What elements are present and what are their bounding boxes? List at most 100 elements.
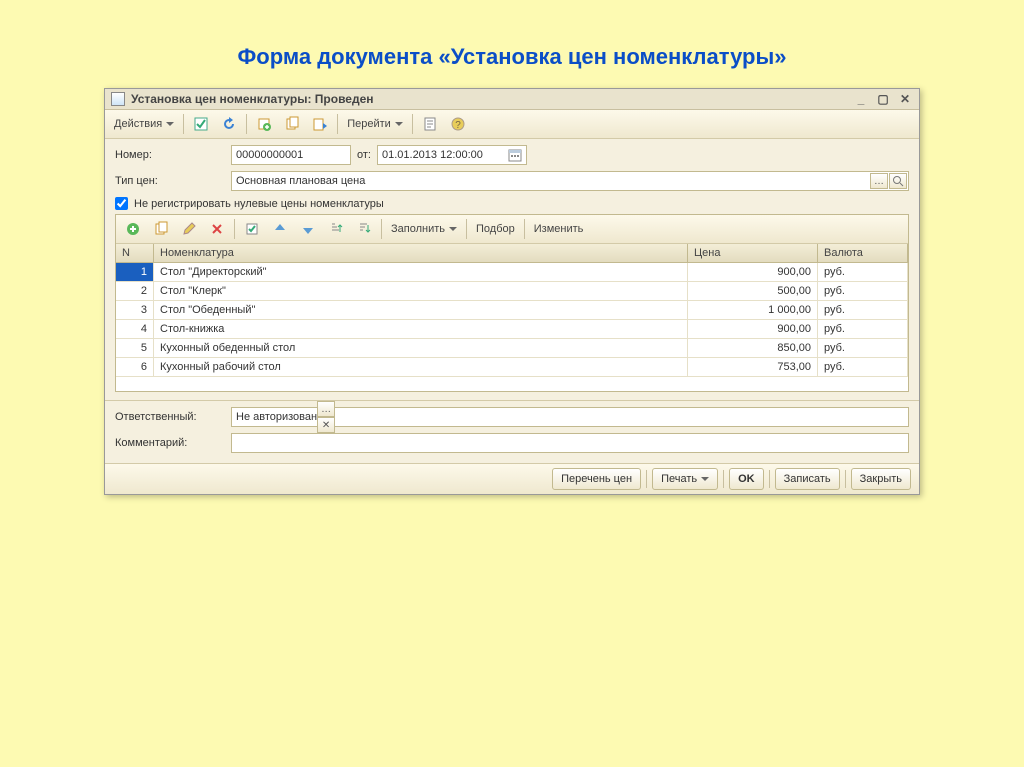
pricelist-button[interactable]: Перечень цен: [552, 468, 641, 490]
separator: [246, 114, 247, 134]
document-window: Установка цен номенклатуры: Проведен _ ▢…: [104, 88, 920, 495]
cell-item: Стол "Обеденный": [154, 301, 688, 319]
close-icon[interactable]: ✕: [897, 92, 913, 106]
date-field[interactable]: 01.01.2013 12:00:00: [377, 145, 527, 165]
row-add-icon[interactable]: [120, 218, 146, 240]
table-row[interactable]: 3 Стол "Обеденный" 1 000,00 руб.: [116, 301, 908, 320]
row-finish-icon[interactable]: [239, 218, 265, 240]
cell-price: 1 000,00: [688, 301, 818, 319]
separator: [381, 219, 382, 239]
pricetype-field[interactable]: Основная плановая цена …: [231, 171, 909, 191]
open-button[interactable]: [889, 173, 907, 189]
actions-button[interactable]: Действия: [109, 113, 179, 135]
select-button[interactable]: …: [317, 401, 335, 417]
window-title: Установка цен номенклатуры: Проведен: [131, 92, 853, 106]
row-copy-icon[interactable]: [148, 218, 174, 240]
table-row[interactable]: 1 Стол "Директорский" 900,00 руб.: [116, 263, 908, 282]
grid-header: N Номенклатура Цена Валюта: [116, 244, 908, 263]
ok-button[interactable]: OK: [729, 468, 764, 490]
cell-currency: руб.: [818, 282, 908, 300]
cell-n: 2: [116, 282, 154, 300]
no-zero-prices-checkbox[interactable]: [115, 197, 128, 210]
page-caption: Форма документа «Установка цен номенклат…: [0, 0, 1024, 88]
move-up-icon[interactable]: [267, 218, 293, 240]
cell-n: 5: [116, 339, 154, 357]
print-button[interactable]: Печать: [652, 468, 718, 490]
help-icon[interactable]: ?: [445, 113, 471, 135]
number-field[interactable]: 00000000001: [231, 145, 351, 165]
pricetype-label: Тип цен:: [115, 175, 225, 187]
sort-desc-icon[interactable]: [351, 218, 377, 240]
close-button[interactable]: Закрыть: [851, 468, 911, 490]
grid-toolbar: Заполнить Подбор Изменить: [116, 215, 908, 244]
separator: [337, 114, 338, 134]
cell-item: Стол "Клерк": [154, 282, 688, 300]
report-icon[interactable]: [417, 113, 443, 135]
cell-n: 4: [116, 320, 154, 338]
titlebar: Установка цен номенклатуры: Проведен _ ▢…: [105, 89, 919, 110]
comment-field[interactable]: [231, 433, 909, 453]
move-down-icon[interactable]: [295, 218, 321, 240]
grid-body: 1 Стол "Директорский" 900,00 руб. 2 Стол…: [116, 263, 908, 391]
change-button[interactable]: Изменить: [529, 218, 589, 240]
number-label: Номер:: [115, 149, 225, 161]
separator: [646, 470, 647, 488]
separator: [234, 219, 235, 239]
price-grid: Заполнить Подбор Изменить N Номенклатура…: [115, 214, 909, 392]
cell-item: Стол "Директорский": [154, 263, 688, 281]
date-value: 01.01.2013 12:00:00: [382, 149, 483, 161]
table-row[interactable]: 5 Кухонный обеденный стол 850,00 руб.: [116, 339, 908, 358]
col-item[interactable]: Номенклатура: [154, 244, 688, 262]
goto-button[interactable]: Перейти: [342, 113, 408, 135]
select-button[interactable]: …: [870, 173, 888, 189]
svg-text:?: ?: [455, 120, 461, 131]
cell-currency: руб.: [818, 263, 908, 281]
row-delete-icon[interactable]: [204, 218, 230, 240]
separator: [412, 114, 413, 134]
add-icon[interactable]: [251, 113, 277, 135]
maximize-icon[interactable]: ▢: [875, 92, 891, 106]
separator: [845, 470, 846, 488]
table-row[interactable]: 2 Стол "Клерк" 500,00 руб.: [116, 282, 908, 301]
col-price[interactable]: Цена: [688, 244, 818, 262]
grid-spacer: [116, 377, 908, 391]
table-row[interactable]: 6 Кухонный рабочий стол 753,00 руб.: [116, 358, 908, 377]
calendar-icon[interactable]: [508, 148, 522, 162]
table-row[interactable]: 4 Стол-книжка 900,00 руб.: [116, 320, 908, 339]
document-icon: [111, 92, 125, 106]
refresh-icon[interactable]: [216, 113, 242, 135]
clear-button[interactable]: ✕: [317, 417, 335, 433]
cell-item: Кухонный рабочий стол: [154, 358, 688, 376]
cell-currency: руб.: [818, 358, 908, 376]
separator: [769, 470, 770, 488]
col-n[interactable]: N: [116, 244, 154, 262]
cell-item: Стол-книжка: [154, 320, 688, 338]
comment-label: Комментарий:: [115, 437, 225, 449]
cell-n: 3: [116, 301, 154, 319]
cell-price: 900,00: [688, 320, 818, 338]
copy-icon[interactable]: [279, 113, 305, 135]
row-edit-icon[interactable]: [176, 218, 202, 240]
responsible-label: Ответственный:: [115, 411, 225, 423]
save-button[interactable]: Записать: [775, 468, 840, 490]
separator: [466, 219, 467, 239]
cell-price: 850,00: [688, 339, 818, 357]
col-currency[interactable]: Валюта: [818, 244, 908, 262]
fill-button[interactable]: Заполнить: [386, 218, 462, 240]
basedon-icon[interactable]: [307, 113, 333, 135]
separator: [723, 470, 724, 488]
separator: [524, 219, 525, 239]
cell-price: 753,00: [688, 358, 818, 376]
select-button[interactable]: Подбор: [471, 218, 520, 240]
cell-currency: руб.: [818, 301, 908, 319]
cell-currency: руб.: [818, 339, 908, 357]
footer-bar: Перечень цен Печать OK Записать Закрыть: [105, 463, 919, 494]
responsible-field[interactable]: Не авторизован … ✕: [231, 407, 909, 427]
minimize-icon[interactable]: _: [853, 92, 869, 106]
post-icon[interactable]: [188, 113, 214, 135]
main-toolbar: Действия Перейти ?: [105, 110, 919, 139]
sort-asc-icon[interactable]: [323, 218, 349, 240]
cell-currency: руб.: [818, 320, 908, 338]
cell-item: Кухонный обеденный стол: [154, 339, 688, 357]
cell-n: 6: [116, 358, 154, 376]
